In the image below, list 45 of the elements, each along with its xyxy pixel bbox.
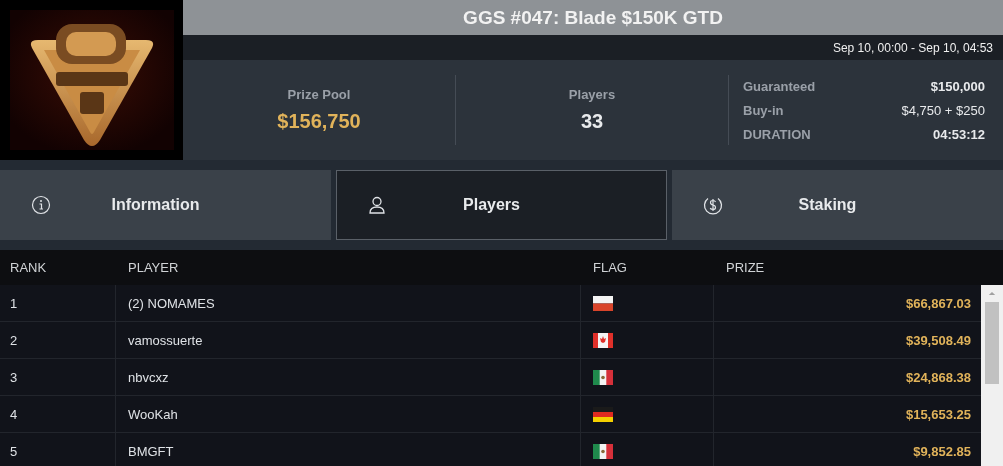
rank-cell: 5 — [10, 443, 18, 459]
dollar-circle-icon — [703, 195, 723, 215]
prize-amount: $39,508.49 — [905, 332, 971, 348]
date-range: Sep 10, 00:00 - Sep 10, 04:53 — [832, 40, 993, 55]
column-header: PRIZE — [725, 260, 766, 275]
rank-cell: 4 — [10, 406, 18, 422]
prize-amount: $24,868.38 — [905, 369, 971, 385]
rank-cell: 3 — [10, 369, 18, 385]
flag-icon — [593, 406, 613, 422]
prize-amount: $15,653.25 — [905, 406, 971, 422]
rank-cell: 1 — [10, 295, 18, 311]
stat-label: Prize Pool — [287, 87, 351, 102]
detail-label: Buy-in — [743, 102, 784, 118]
stat-value: $156,750 — [277, 110, 361, 133]
detail-label: Guaranteed — [743, 78, 816, 94]
detail-value: 04:53:12 — [932, 126, 985, 142]
player-name: (2) NOMAMES — [128, 295, 215, 311]
flag-icon — [593, 295, 613, 311]
tab[interactable]: Players — [336, 170, 667, 240]
flag-icon — [593, 369, 613, 385]
info-icon — [31, 195, 51, 215]
column-header: PLAYER — [127, 260, 180, 275]
flag-icon — [593, 332, 613, 348]
player-name: vamossuerte — [128, 332, 203, 348]
player-name: nbvcxz — [128, 369, 169, 385]
prize-amount: $66,867.03 — [905, 295, 971, 311]
rank-cell: 2 — [10, 332, 18, 348]
stat-label: Players — [568, 87, 616, 102]
user-icon — [367, 195, 387, 215]
scrollbar[interactable] — [981, 285, 1003, 466]
tab[interactable]: Staking — [672, 170, 1003, 240]
stat-value: 33 — [580, 110, 604, 133]
tournament-title: GGS #047: Blade $150K GTD — [463, 6, 723, 29]
flag-icon — [593, 443, 613, 459]
player-name: BMGFT — [128, 443, 174, 459]
detail-label: DURATION — [743, 126, 811, 142]
column-header: RANK — [9, 260, 48, 275]
detail-value: $4,750 + $250 — [901, 102, 985, 118]
detail-value: $150,000 — [930, 78, 985, 94]
column-header: FLAG — [592, 260, 628, 275]
scroll-thumb[interactable] — [985, 302, 999, 384]
tab[interactable]: Information — [0, 170, 331, 240]
prize-amount: $9,852.85 — [913, 443, 971, 459]
scroll-up-icon[interactable] — [988, 291, 996, 296]
player-name: WooKah — [128, 406, 178, 422]
